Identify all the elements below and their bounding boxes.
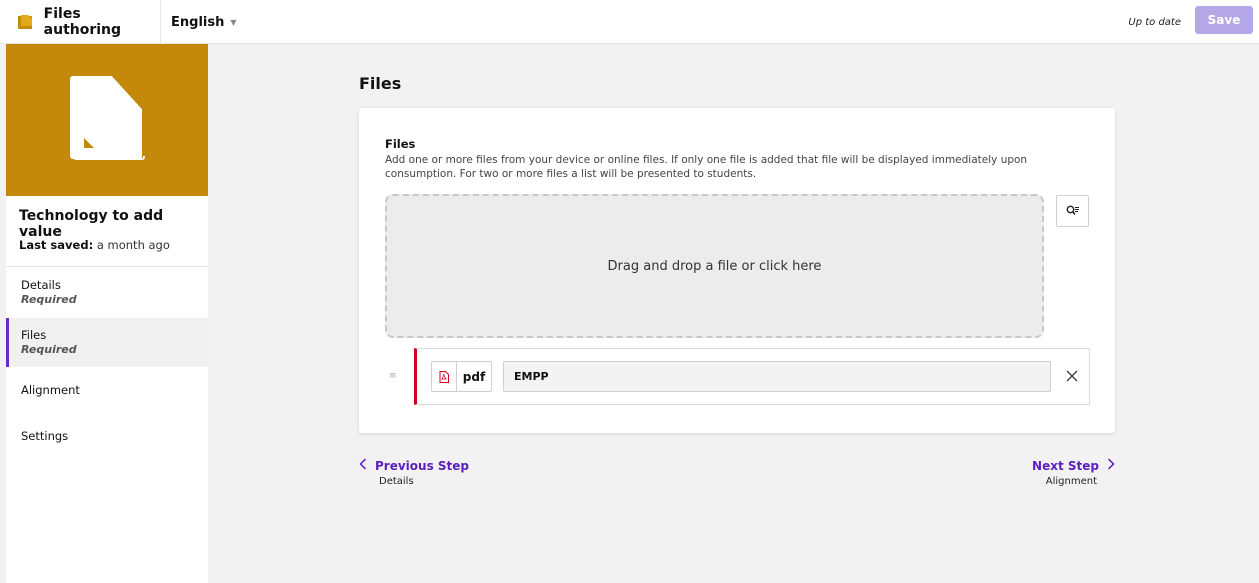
- file-item: pdf: [414, 348, 1090, 405]
- previous-step-link[interactable]: Previous Step Details: [359, 458, 469, 487]
- search-list-icon: [1066, 205, 1079, 216]
- files-app-icon: [18, 15, 32, 29]
- pdf-icon: [432, 362, 457, 391]
- next-step-target: Alignment: [1045, 476, 1097, 487]
- last-saved-value: a month ago: [96, 238, 170, 252]
- save-button[interactable]: Save: [1195, 6, 1253, 34]
- sidebar-item-label: Settings: [21, 429, 69, 443]
- file-type-badge: pdf: [431, 361, 492, 392]
- resource-thumbnail: [6, 44, 208, 196]
- file-icon: [70, 76, 146, 164]
- sidebar-item-details[interactable]: Details Required: [6, 278, 208, 306]
- previous-step-label: Previous Step: [375, 458, 470, 473]
- resource-title: Technology to add value: [19, 208, 164, 240]
- sidebar-item-settings[interactable]: Settings: [6, 429, 208, 443]
- last-saved-label: Last saved:: [19, 238, 94, 252]
- close-icon: [1066, 370, 1078, 382]
- chevron-left-icon: [359, 458, 367, 473]
- chevron-down-icon: ▼: [230, 17, 237, 27]
- files-card: Files Add one or more files from your de…: [359, 108, 1115, 433]
- sidebar-divider: [6, 266, 208, 267]
- sidebar-item-required: Required: [21, 343, 77, 356]
- sidebar-item-files[interactable]: Files Required: [6, 318, 208, 367]
- language-selector[interactable]: English ▼: [171, 0, 237, 44]
- sidebar-item-label: Alignment: [21, 383, 80, 397]
- top-bar: Files authoring English ▼ Up to date Sav…: [0, 0, 1259, 44]
- file-type-label: pdf: [462, 369, 486, 384]
- chevron-right-icon: [1107, 458, 1115, 473]
- remove-file-button[interactable]: [1061, 365, 1083, 387]
- next-step-label: Next Step: [1032, 458, 1099, 473]
- sidebar-item-required: Required: [21, 293, 77, 306]
- language-label: English: [171, 14, 225, 30]
- file-dropzone[interactable]: Drag and drop a file or click here: [385, 194, 1044, 338]
- app-title: Files authoring: [0, 0, 161, 44]
- field-description: Add one or more files from your device o…: [385, 154, 1028, 180]
- page-title: Files: [359, 74, 402, 93]
- sidebar: Technology to add value Last saved: a mo…: [6, 44, 208, 583]
- previous-step-target: Details: [379, 476, 414, 487]
- sidebar-item-label: Details: [21, 278, 61, 292]
- sidebar-item-alignment[interactable]: Alignment: [6, 383, 208, 397]
- drag-handle-icon[interactable]: ≡: [389, 371, 397, 381]
- app-title-text: Files authoring: [43, 6, 122, 38]
- browse-files-button[interactable]: [1056, 195, 1089, 227]
- file-name-input[interactable]: [503, 361, 1051, 392]
- dropzone-text: Drag and drop a file or click here: [607, 258, 822, 274]
- save-status: Up to date: [1128, 16, 1181, 28]
- sidebar-item-label: Files: [21, 328, 47, 342]
- next-step-link[interactable]: Next Step Alignment: [1032, 458, 1115, 487]
- field-label: Files: [385, 137, 416, 151]
- last-saved: Last saved: a month ago: [19, 238, 170, 252]
